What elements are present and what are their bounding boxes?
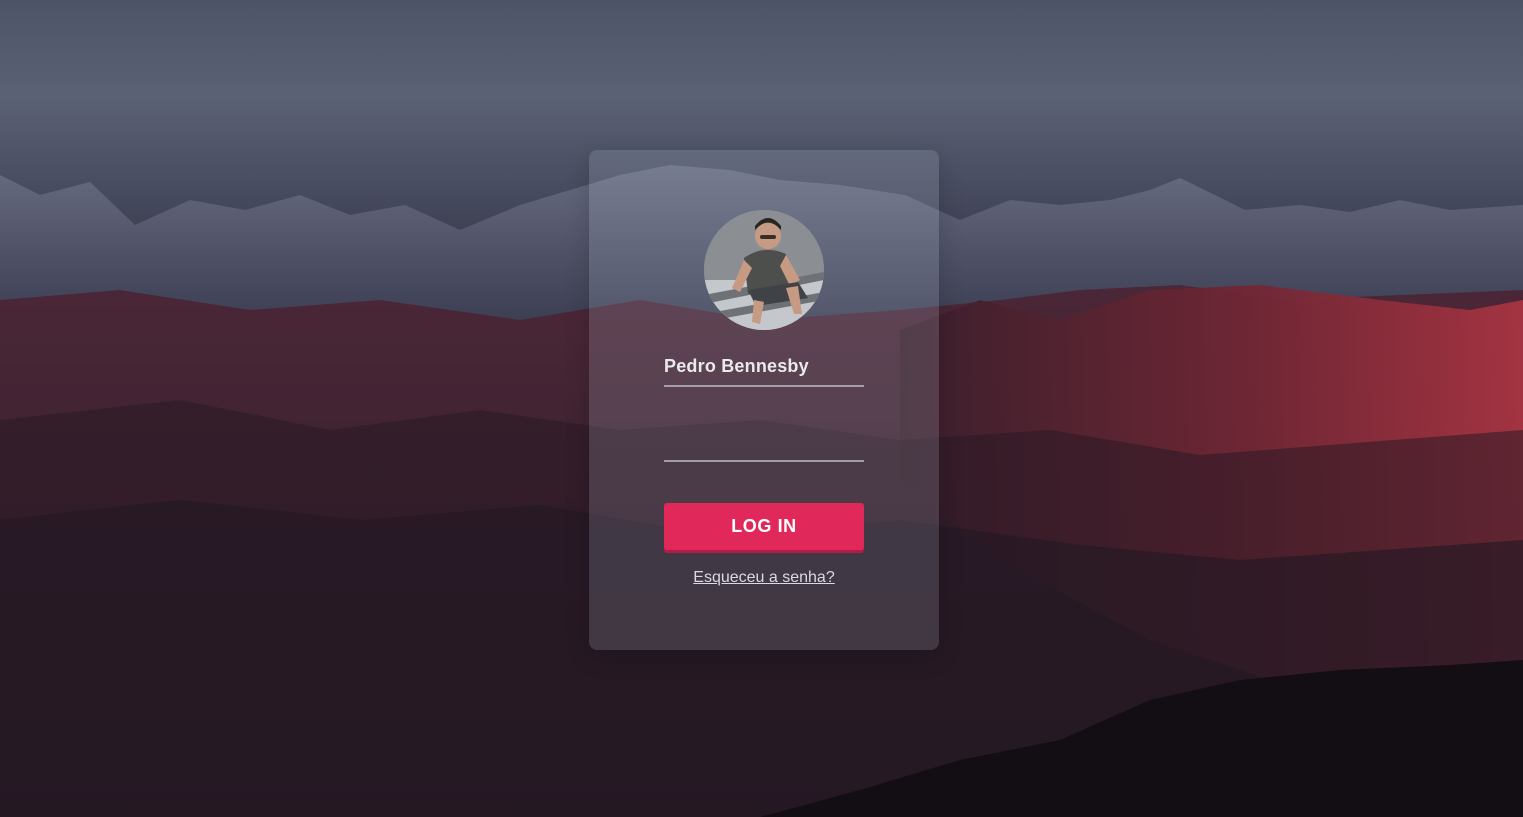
user-avatar [704,210,824,330]
forgot-password-link[interactable]: Esqueceu a senha? [664,569,864,587]
username-field[interactable]: Pedro Bennesby [664,353,864,387]
avatar-photo [704,210,824,330]
login-button[interactable]: LOG IN [664,503,864,550]
password-field[interactable] [664,426,864,462]
login-card: Pedro Bennesby LOG IN Esqueceu a senha? [589,150,939,650]
